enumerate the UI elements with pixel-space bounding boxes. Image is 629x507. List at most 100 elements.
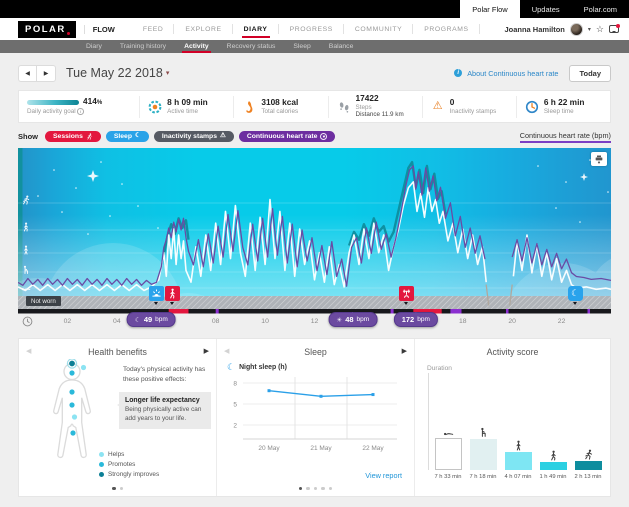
nav-item-feed[interactable]: FEED (137, 18, 170, 40)
favorites-star-icon[interactable]: ☆ (596, 25, 604, 34)
inactivity-mark (216, 309, 219, 314)
duration-label: Duration (427, 365, 452, 372)
pager-dot[interactable] (321, 487, 325, 491)
date-row: ◀ ▶ Tue May 22 2018 ▾ i About Continuous… (18, 61, 611, 85)
benefit-dot (69, 361, 75, 367)
pager-dot[interactable] (299, 487, 303, 491)
sleep-pager-dots (217, 487, 414, 491)
sit-person-icon (478, 427, 489, 438)
subnav-item-balance[interactable]: Balance (329, 40, 354, 53)
chevron-down-icon[interactable]: ▾ (588, 26, 591, 33)
svg-text:22 May: 22 May (362, 445, 384, 452)
health-highlight-text: Being physically active can add years to… (125, 406, 205, 424)
inactivity-mark (391, 309, 394, 314)
show-label: Show (18, 132, 38, 141)
pager-dot[interactable] (120, 487, 124, 491)
marker-walking-session[interactable] (165, 286, 180, 301)
nav-item-explore[interactable]: EXPLORE (179, 18, 227, 40)
health-next-button[interactable]: ▶ (204, 347, 209, 355)
legend-helps: Helps (99, 451, 159, 458)
view-report-link[interactable]: View report (365, 471, 402, 480)
nav-item-programs[interactable]: PROGRAMS (418, 18, 474, 40)
next-day-button[interactable]: ▶ (37, 66, 55, 81)
chip-continuous-heart-rate[interactable]: Continuous heart rate♥ (239, 131, 336, 142)
sleep-series-label: Night sleep (h) (239, 364, 287, 371)
moon-icon: ☾ (227, 363, 235, 372)
show-filter-row: Show Sessions Sleep☾ Inactivity stamps⚠ Con… (18, 128, 611, 145)
chart-metric-selector[interactable]: Continuous heart rate (bpm) (520, 131, 611, 143)
activity-goal-progress-bar (27, 100, 79, 105)
pager-dot[interactable] (112, 487, 116, 491)
benefit-dot (69, 402, 74, 407)
print-button[interactable] (591, 152, 607, 166)
goal-info-icon[interactable]: i (77, 108, 84, 115)
health-prev-button[interactable]: ◀ (26, 347, 31, 355)
avatar[interactable] (570, 23, 583, 36)
nav-item-diary[interactable]: DIARY (238, 18, 274, 40)
health-legend: HelpsPromotesStrongly improves (99, 448, 159, 478)
chip-sessions[interactable]: Sessions (45, 131, 101, 142)
duration-bar-lie: 7 h 33 min (434, 426, 462, 471)
chip-sleep[interactable]: Sleep☾ (106, 131, 149, 142)
stand-person-icon (513, 440, 524, 451)
subnav-item-sleep[interactable]: Sleep (293, 40, 310, 53)
subnav-item-activity[interactable]: Activity (184, 40, 209, 53)
activity-score-title: Activity score (415, 339, 610, 357)
about-continuous-hr-link[interactable]: About Continuous heart rate (467, 69, 558, 78)
pager-dot[interactable] (329, 487, 333, 491)
zone-run-icon (21, 192, 31, 202)
flame-icon (242, 100, 256, 114)
date-row-right: i About Continuous heart rate Today (454, 65, 611, 82)
stat-sleep-time: 6 h 22 min Sleep time (516, 96, 610, 118)
activity-heart-rate-chart[interactable] (18, 148, 611, 314)
bars-axis-line (428, 373, 429, 470)
timeline-bar (18, 309, 611, 314)
axis-tick-18: 18 (459, 318, 467, 325)
user-area: Joanna Hamilton ▾ ☆ (504, 23, 619, 36)
duration-bar-sit: 7 h 18 min (469, 427, 497, 470)
nav-item-progress[interactable]: PROGRESS (284, 18, 339, 40)
polar-logo-text: POLAR (25, 24, 66, 35)
stat-daily-activity-goal: 414% Daily activity goal i (19, 96, 139, 118)
user-name[interactable]: Joanna Hamilton (504, 25, 564, 34)
clock-axis-icon[interactable] (22, 316, 33, 327)
inactivity-mark (588, 309, 591, 314)
axis-tick-04: 04 (113, 318, 121, 325)
pager-dot[interactable] (314, 487, 318, 491)
pager-dot[interactable] (306, 487, 310, 491)
notifications-chat-icon[interactable] (609, 25, 619, 33)
sleep-prev-button[interactable]: ◀ (224, 347, 229, 355)
chip-inactivity-stamps[interactable]: Inactivity stamps⚠ (154, 131, 234, 142)
marker-strength-session[interactable] (399, 286, 414, 301)
site-tab-polar-flow[interactable]: Polar Flow (460, 0, 519, 18)
polar-logo[interactable]: POLAR (18, 21, 76, 38)
nav-item-community[interactable]: COMMUNITY (349, 18, 408, 40)
daily-activity-chart: Not worn ☾ ☾49bpm☀48bpm172bpm 0204060810… (18, 148, 611, 330)
hr-badge-48bpm: ☀48bpm (328, 312, 377, 327)
duration-bars: 7 h 33 min 7 h 18 min 4 h 07 min 1 h 49 … (430, 373, 602, 470)
night-sleep-chart: 85220 May21 May22 May (227, 375, 407, 455)
subnav-item-diary[interactable]: Diary (86, 40, 102, 53)
benefit-dot (69, 389, 74, 394)
current-date[interactable]: Tue May 22 2018 (66, 66, 163, 80)
hr-badge-49bpm: ☾49bpm (127, 312, 176, 327)
site-tab-polar-com[interactable]: Polar.com (572, 0, 629, 18)
health-benefits-card: ◀ Health benefits ▶ Today's physical act… (19, 339, 216, 496)
health-highlight-title: Longer life expectancy (125, 397, 205, 404)
site-tab-updates[interactable]: Updates (520, 0, 572, 18)
main-navigation: FEED EXPLORE DIARY PROGRESS COMMUNITY PROGRAM… (137, 18, 485, 40)
not-worn-label: Not worn (26, 296, 61, 306)
not-worn-band (18, 296, 611, 309)
date-dropdown-caret-icon[interactable]: ▾ (166, 69, 170, 77)
subnav-item-training-history[interactable]: Training history (120, 40, 166, 53)
marker-sleep-start[interactable]: ☾ (568, 286, 583, 301)
date-nav: ◀ ▶ (18, 65, 56, 82)
printer-icon (594, 154, 604, 164)
hr-badge-172bpm: 172bpm (394, 312, 438, 327)
prev-day-button[interactable]: ◀ (19, 66, 37, 81)
warning-icon: ⚠ (431, 100, 445, 114)
sleep-next-button[interactable]: ▶ (402, 347, 407, 355)
marker-wake-up[interactable] (149, 286, 164, 301)
subnav-item-recovery-status[interactable]: Recovery status (227, 40, 276, 53)
today-button[interactable]: Today (569, 65, 611, 82)
